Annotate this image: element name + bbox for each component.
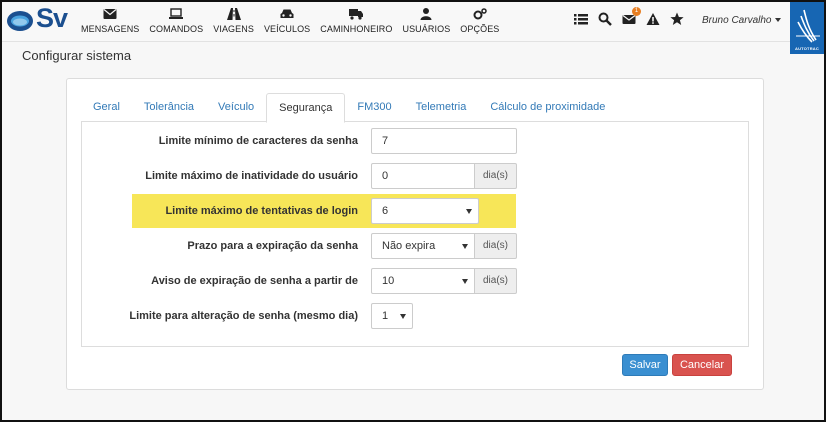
expiration-warning-row: Aviso de expiração de senha a partir de … (82, 268, 750, 294)
logo-text: Sv (36, 3, 68, 33)
nav-label: COMANDOS (149, 24, 204, 34)
page-title: Configurar sistema (22, 48, 132, 63)
search-button[interactable] (598, 12, 612, 26)
expiration-select[interactable]: Não expira (371, 233, 475, 259)
nav-item-usuarios[interactable]: USUÁRIOS (397, 2, 455, 42)
alerts-button[interactable] (646, 12, 660, 26)
expiration-label: Prazo para a expiração da senha (187, 240, 358, 252)
change-limit-value: 1 (382, 310, 389, 322)
partner-logo-text: AUTOTRAC (795, 46, 819, 51)
change-limit-label: Limite para alteração de senha (mesmo di… (129, 310, 358, 322)
partner-logo: AUTOTRAC (790, 2, 824, 54)
laptop-icon (169, 8, 184, 19)
tab-telemetria[interactable]: Telemetria (404, 93, 479, 122)
nav-item-mensagens[interactable]: MENSAGENS (76, 2, 144, 42)
tab-fm300[interactable]: FM300 (345, 93, 403, 122)
user-menu[interactable]: Bruno Carvalho (702, 15, 782, 26)
max-inactivity-row: Limite máximo de inatividade do usuário … (82, 163, 750, 189)
caret-down-icon (462, 279, 468, 284)
min-chars-input[interactable]: 7 (371, 128, 517, 154)
tab-calculo-proximidade[interactable]: Cálculo de proximidade (478, 93, 617, 122)
nav-item-caminhoneiro[interactable]: CAMINHONEIRO (315, 2, 397, 42)
autotrac-logo-icon (796, 9, 820, 43)
caret-down-icon (462, 244, 468, 249)
cancel-button[interactable]: Cancelar (672, 354, 732, 376)
change-limit-select[interactable]: 1 (371, 303, 413, 329)
gears-icon (473, 8, 487, 20)
max-inactivity-input[interactable]: 0 (371, 163, 475, 189)
user-icon (420, 8, 432, 20)
max-attempts-row: Limite máximo de tentativas de login 6 (82, 198, 750, 224)
nav-label: MENSAGENS (81, 24, 140, 34)
settings-panel: Geral Tolerância Veículo Segurança FM300… (66, 78, 764, 390)
max-attempts-select[interactable]: 6 (371, 198, 479, 224)
expiration-warning-label: Aviso de expiração de senha a partir de (151, 275, 358, 287)
min-chars-row: Limite mínimo de caracteres da senha 7 (82, 128, 750, 154)
road-icon (226, 8, 241, 20)
envelope-icon (103, 9, 117, 19)
car-icon (280, 9, 294, 18)
nav-label: CAMINHONEIRO (320, 24, 393, 34)
warning-icon (646, 13, 660, 25)
expiration-warning-value: 10 (382, 275, 395, 287)
navbar-tools: 1 (574, 7, 694, 26)
nav-item-viagens[interactable]: VIAGENS (208, 2, 259, 42)
main-nav: MENSAGENS COMANDOS VIAGENS VEÍCULOS CAMI… (76, 2, 504, 42)
truck-icon (349, 9, 364, 20)
change-limit-row: Limite para alteração de senha (mesmo di… (82, 303, 750, 329)
security-tab-content: Limite mínimo de caracteres da senha 7 L… (81, 121, 749, 347)
user-name: Bruno Carvalho (702, 15, 772, 26)
expiration-warning-select[interactable]: 10 (371, 268, 475, 294)
expiration-warning-unit: dia(s) (475, 268, 518, 294)
nav-item-comandos[interactable]: COMANDOS (144, 2, 208, 42)
expiration-value: Não expira (382, 240, 436, 252)
top-navbar: Sv MENSAGENS COMANDOS VIAGENS VEÍCULOS C… (2, 2, 824, 54)
min-chars-label: Limite mínimo de caracteres da senha (158, 135, 358, 147)
nav-label: USUÁRIOS (402, 24, 451, 34)
settings-tabs: Geral Tolerância Veículo Segurança FM300… (81, 93, 749, 123)
messages-button[interactable]: 1 (622, 7, 641, 26)
tab-geral[interactable]: Geral (81, 93, 132, 122)
eye-logo-icon (7, 11, 33, 31)
app-logo[interactable]: Sv (6, 3, 74, 36)
star-icon (670, 12, 684, 25)
nav-item-veiculos[interactable]: VEÍCULOS (259, 2, 315, 42)
nav-label: VEÍCULOS (263, 24, 311, 34)
app-window: Sv MENSAGENS COMANDOS VIAGENS VEÍCULOS C… (0, 0, 826, 422)
max-inactivity-unit: dia(s) (475, 163, 518, 189)
tab-veiculo[interactable]: Veículo (206, 93, 266, 122)
max-attempts-value: 6 (382, 205, 389, 217)
caret-down-icon (400, 314, 406, 319)
list-button[interactable] (574, 12, 588, 26)
max-attempts-label: Limite máximo de tentativas de login (165, 205, 358, 217)
max-inactivity-label: Limite máximo de inatividade do usuário (145, 170, 358, 182)
nav-label: OPÇÕES (460, 24, 500, 34)
save-button[interactable]: Salvar (622, 354, 668, 376)
tab-tolerancia[interactable]: Tolerância (132, 93, 206, 122)
search-icon (598, 12, 612, 26)
expiration-unit: dia(s) (475, 233, 518, 259)
tab-seguranca[interactable]: Segurança (266, 93, 346, 123)
notification-badge: 1 (632, 7, 641, 16)
expiration-row: Prazo para a expiração da senha Não expi… (82, 233, 750, 259)
nav-item-opcoes[interactable]: OPÇÕES (455, 2, 504, 42)
caret-down-icon (775, 18, 782, 23)
favorites-button[interactable] (670, 12, 684, 26)
list-icon (574, 14, 588, 25)
caret-down-icon (466, 209, 472, 214)
nav-label: VIAGENS (213, 24, 254, 34)
